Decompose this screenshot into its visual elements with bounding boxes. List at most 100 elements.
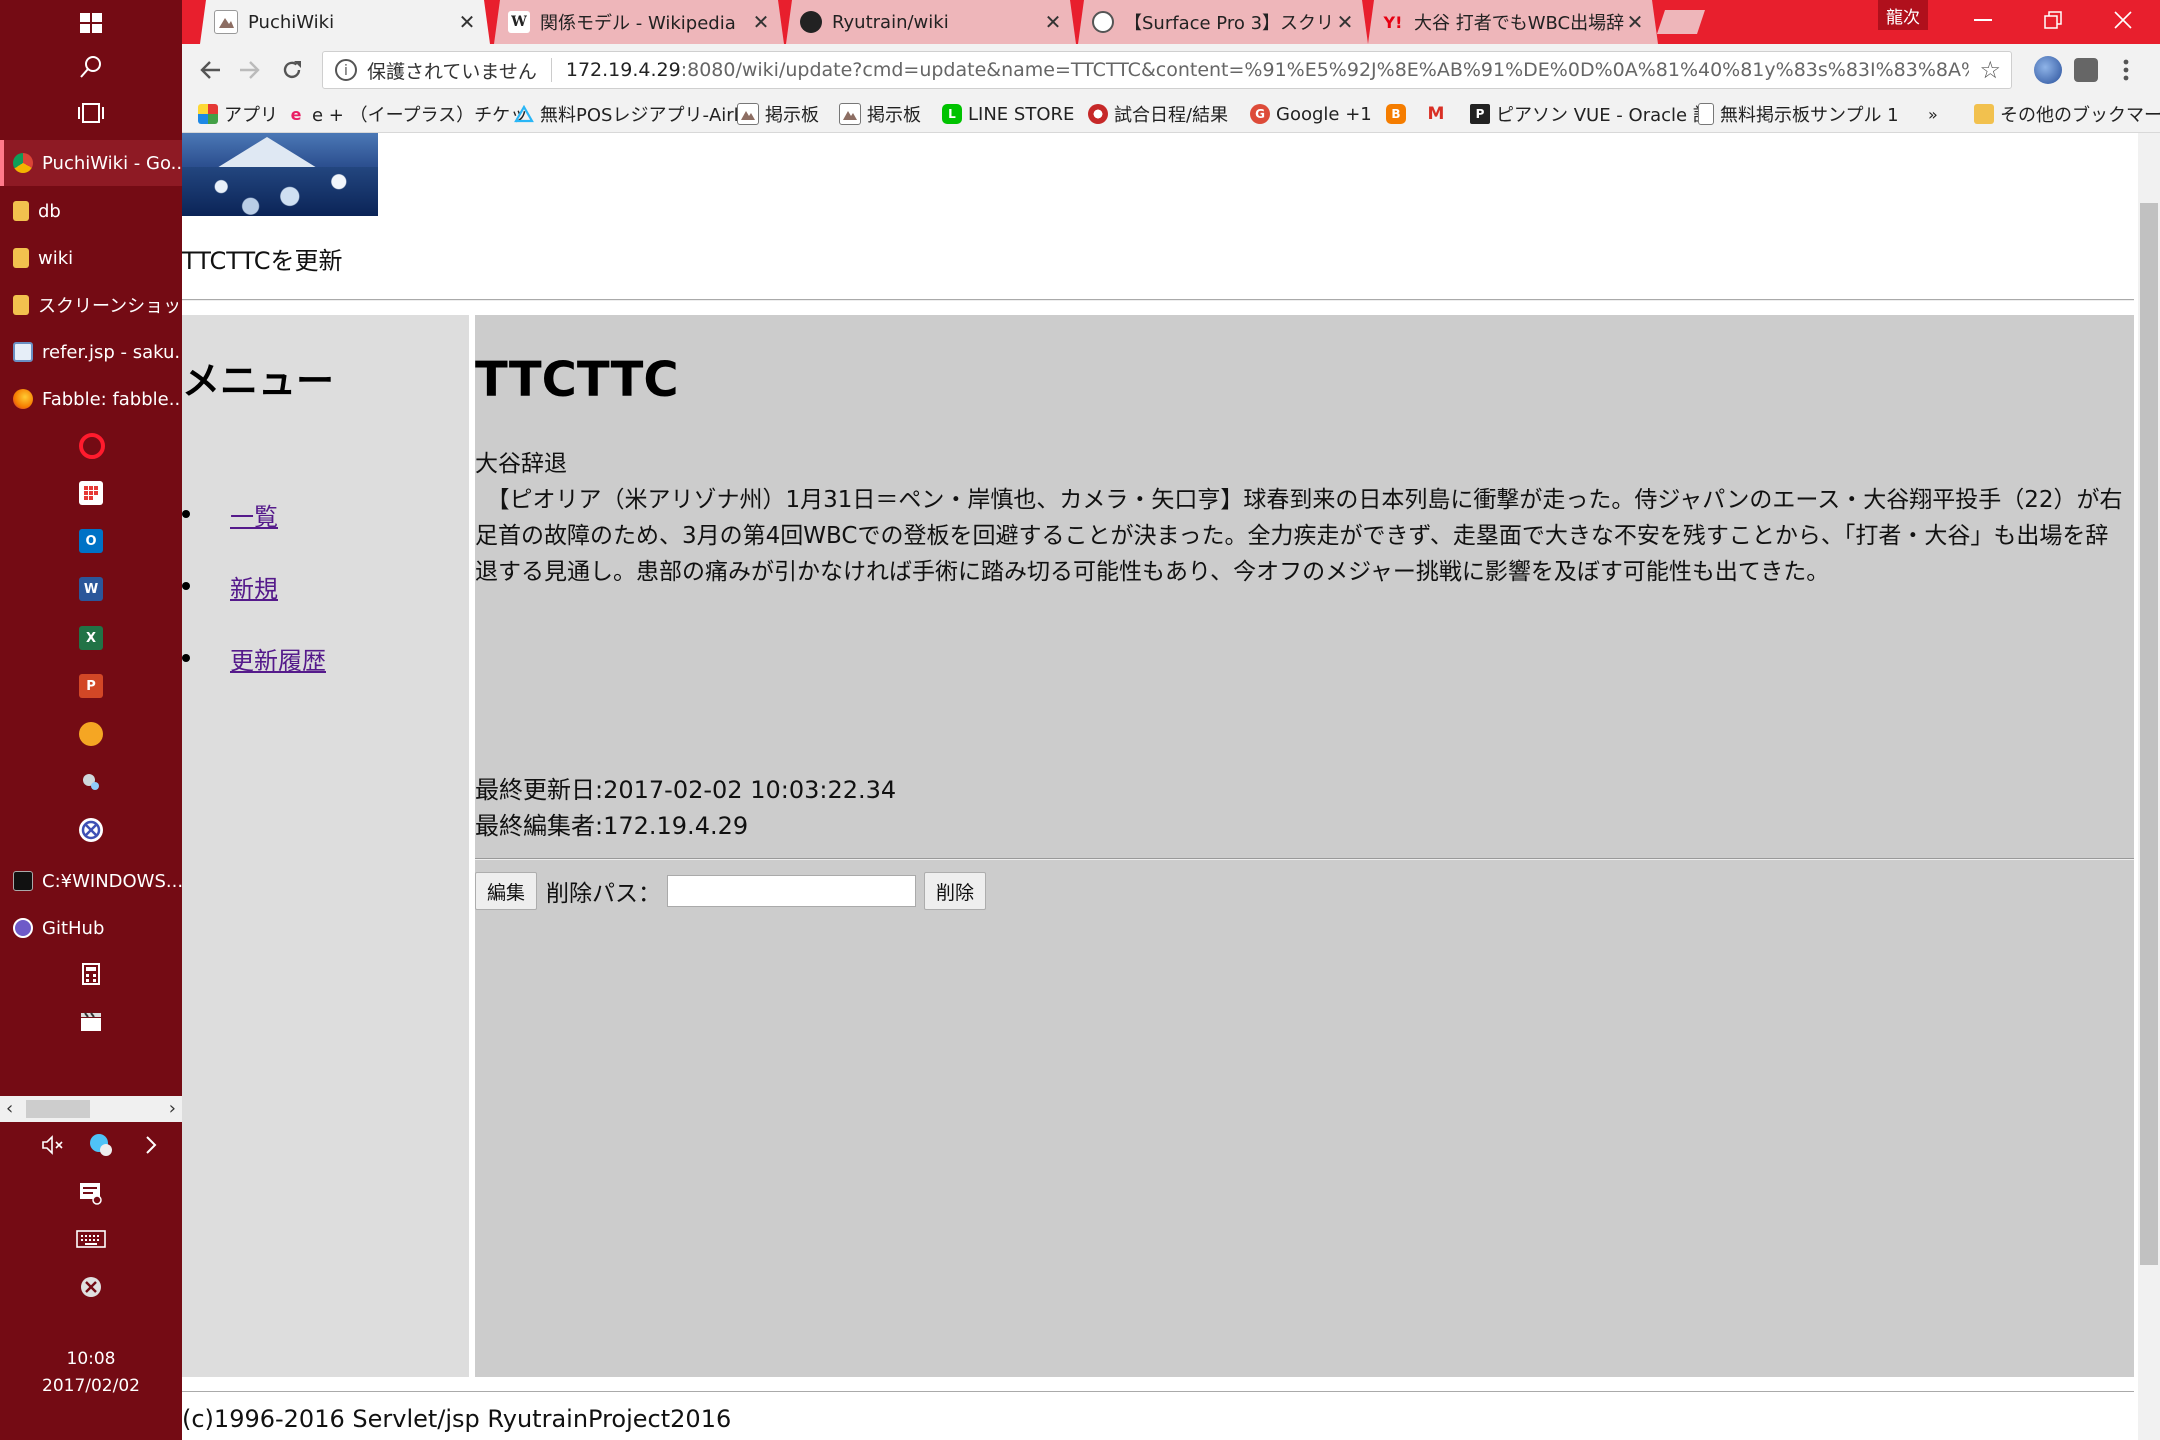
close-window-button[interactable] xyxy=(2090,0,2156,40)
close-circle-icon[interactable] xyxy=(76,1272,106,1302)
outlook-icon[interactable]: O xyxy=(79,529,103,553)
bookmarks-overflow-button[interactable]: » xyxy=(1928,100,1938,128)
tab-yahoo[interactable]: Y! 大谷 打者でもWBC出場辞 ✕ xyxy=(1368,0,1658,44)
other-bookmarks[interactable]: その他のブックマーク xyxy=(1974,100,2160,128)
back-button[interactable] xyxy=(192,52,228,88)
taskbar-window-db[interactable]: db xyxy=(0,188,182,234)
excel-icon[interactable]: X xyxy=(79,626,103,650)
calendar-app-icon[interactable] xyxy=(79,481,103,505)
edit-button[interactable]: 編集 xyxy=(475,872,538,910)
taskbar-window-screenshots[interactable]: スクリーンショット xyxy=(0,282,182,328)
tab-puchiwiki[interactable]: PuchiWiki ✕ xyxy=(200,0,490,44)
taskbar-window-wiki[interactable]: wiki xyxy=(0,235,182,281)
tab-wikipedia[interactable]: W 関係モデル - Wikipedia ✕ xyxy=(494,0,784,44)
bookmark-schedule[interactable]: 試合日程/結果 xyxy=(1088,100,1228,128)
movie-maker-icon[interactable] xyxy=(79,1010,103,1034)
taskbar-window-github[interactable]: GitHub xyxy=(0,905,182,951)
bookmark-board-1[interactable]: 掲示板 xyxy=(737,100,819,128)
restore-button[interactable] xyxy=(2020,0,2086,40)
menu-link-list[interactable]: 一覧 xyxy=(230,497,278,532)
security-label[interactable]: 保護されていません xyxy=(367,57,537,84)
extension-globe-icon[interactable] xyxy=(2034,56,2062,84)
bookmark-board-sample[interactable]: 無料掲示板サンプル 1 xyxy=(1698,100,1899,128)
address-bar[interactable]: i 保護されていません 172.19.4.29:8080/wiki/update… xyxy=(322,51,2012,89)
app-orange-icon[interactable] xyxy=(79,722,103,746)
url-path: :8080/wiki/update?cmd=update&name=TTCTTC… xyxy=(680,59,1970,81)
taskbar-window-refer-jsp[interactable]: refer.jsp - saku... xyxy=(0,329,182,375)
task-view-button[interactable] xyxy=(0,90,182,136)
bookmark-star-icon[interactable]: ☆ xyxy=(1979,56,2001,84)
taskbar-window-label: Fabble: fabble.... xyxy=(42,388,182,410)
search-button[interactable] xyxy=(0,44,182,90)
scrollbar-thumb[interactable] xyxy=(2140,203,2158,1265)
tab-surface[interactable]: 【Surface Pro 3】スクリー ✕ xyxy=(1078,0,1368,44)
tab-title: 【Surface Pro 3】スクリー xyxy=(1124,13,1334,34)
extension-icon[interactable] xyxy=(2074,58,2098,82)
bookmark-apps[interactable]: アプリ xyxy=(198,100,278,128)
tab-close-icon[interactable]: ✕ xyxy=(750,10,772,34)
chevron-right-icon[interactable] xyxy=(136,1130,166,1160)
reload-button[interactable] xyxy=(274,52,310,88)
tab-close-icon[interactable]: ✕ xyxy=(1624,10,1646,34)
bookmark-board-2[interactable]: 掲示板 xyxy=(839,100,921,128)
powerpoint-icon[interactable]: P xyxy=(79,674,103,698)
taskbar-clock[interactable]: 10:08 2017/02/02 xyxy=(0,1346,182,1400)
tab-close-icon[interactable]: ✕ xyxy=(456,10,478,34)
bookmark-google-plus[interactable]: G Google +1 xyxy=(1250,100,1372,128)
delete-pass-input[interactable] xyxy=(667,875,917,907)
taskbar-window-label: GitHub xyxy=(42,917,105,939)
clock-time: 10:08 xyxy=(66,1349,116,1369)
tab-title: 大谷 打者でもWBC出場辞 xyxy=(1414,13,1624,34)
bookmark-pearson-vue[interactable]: P ピアソン VUE - Oracle 記 xyxy=(1470,100,1711,128)
action-center-icon[interactable] xyxy=(76,1178,106,1208)
blogger-icon: B xyxy=(1386,104,1406,124)
scroll-left-icon[interactable]: ‹ xyxy=(6,1098,13,1119)
line-icon: L xyxy=(942,104,962,124)
volume-muted-icon[interactable] xyxy=(38,1130,68,1160)
scrollbar-thumb[interactable] xyxy=(26,1100,90,1118)
tab-close-icon[interactable]: ✕ xyxy=(1334,10,1356,34)
tab-github[interactable]: Ryutrain/wiki ✕ xyxy=(786,0,1076,44)
calculator-icon[interactable] xyxy=(79,962,103,986)
menu-link-history[interactable]: 更新履歴 xyxy=(230,641,326,676)
taskbar-scrollbar[interactable]: ‹ › xyxy=(0,1096,182,1122)
site-banner-image xyxy=(182,133,378,216)
profile-badge[interactable]: 龍次 xyxy=(1878,0,1928,30)
taskbar-window-chrome[interactable]: PuchiWiki - Go... xyxy=(0,140,182,186)
taskbar-window-label: スクリーンショット xyxy=(38,296,178,317)
satellite-app-icon[interactable] xyxy=(79,770,103,794)
network-globe-icon[interactable] xyxy=(86,1130,116,1160)
page-icon xyxy=(1698,103,1714,125)
clock-date: 2017/02/02 xyxy=(42,1376,140,1396)
forward-button[interactable] xyxy=(232,52,268,88)
taskbar-window-firefox[interactable]: Fabble: fabble.... xyxy=(0,376,182,422)
page-scrollbar[interactable] xyxy=(2138,133,2160,1440)
sidebar: メニュー 一覧 新規 更新履歴 xyxy=(182,315,469,1377)
keyboard-icon[interactable] xyxy=(76,1224,106,1254)
minimize-button[interactable] xyxy=(1950,0,2016,40)
bookmark-line-store[interactable]: L LINE STORE xyxy=(942,100,1074,128)
network-app-icon[interactable] xyxy=(79,818,103,842)
scroll-right-icon[interactable]: › xyxy=(169,1098,176,1119)
article-paragraph: 【ピオリア（米アリゾナ州）1月31日＝ペン・岸慎也、カメラ・矢口亨】球春到来の日… xyxy=(475,487,2123,585)
url-text[interactable]: 172.19.4.29:8080/wiki/update?cmd=update&… xyxy=(566,59,1970,81)
bookmark-label: e + （イープラス）チケッ xyxy=(312,105,529,126)
chrome-menu-icon[interactable] xyxy=(2112,56,2140,84)
menu-item-new: 新規 xyxy=(182,569,278,603)
taskbar-window-cmd[interactable]: C:¥WINDOWS... xyxy=(0,858,182,904)
page-actions: 編集 削除パス： 削除 xyxy=(475,872,987,910)
word-icon[interactable]: W xyxy=(79,577,103,601)
new-tab-button[interactable] xyxy=(1657,10,1705,34)
tab-close-icon[interactable]: ✕ xyxy=(1042,10,1064,34)
delete-button[interactable]: 削除 xyxy=(924,872,987,910)
page-footer: (c)1996-2016 Servlet/jsp RyutrainProject… xyxy=(182,1405,732,1433)
bookmark-airregi[interactable]: 無料POSレジアプリ-Airl xyxy=(514,100,739,128)
bookmark-gmail[interactable]: M xyxy=(1426,100,1452,128)
taskbar-window-label: PuchiWiki - Go... xyxy=(42,152,182,174)
info-icon[interactable]: i xyxy=(335,59,357,81)
bookmark-blogger[interactable]: B xyxy=(1386,100,1412,128)
menu-link-new[interactable]: 新規 xyxy=(230,569,278,604)
start-button[interactable] xyxy=(0,0,182,46)
bookmark-eplus[interactable]: e e + （イープラス）チケッ xyxy=(286,100,529,128)
opera-icon[interactable] xyxy=(79,433,105,459)
